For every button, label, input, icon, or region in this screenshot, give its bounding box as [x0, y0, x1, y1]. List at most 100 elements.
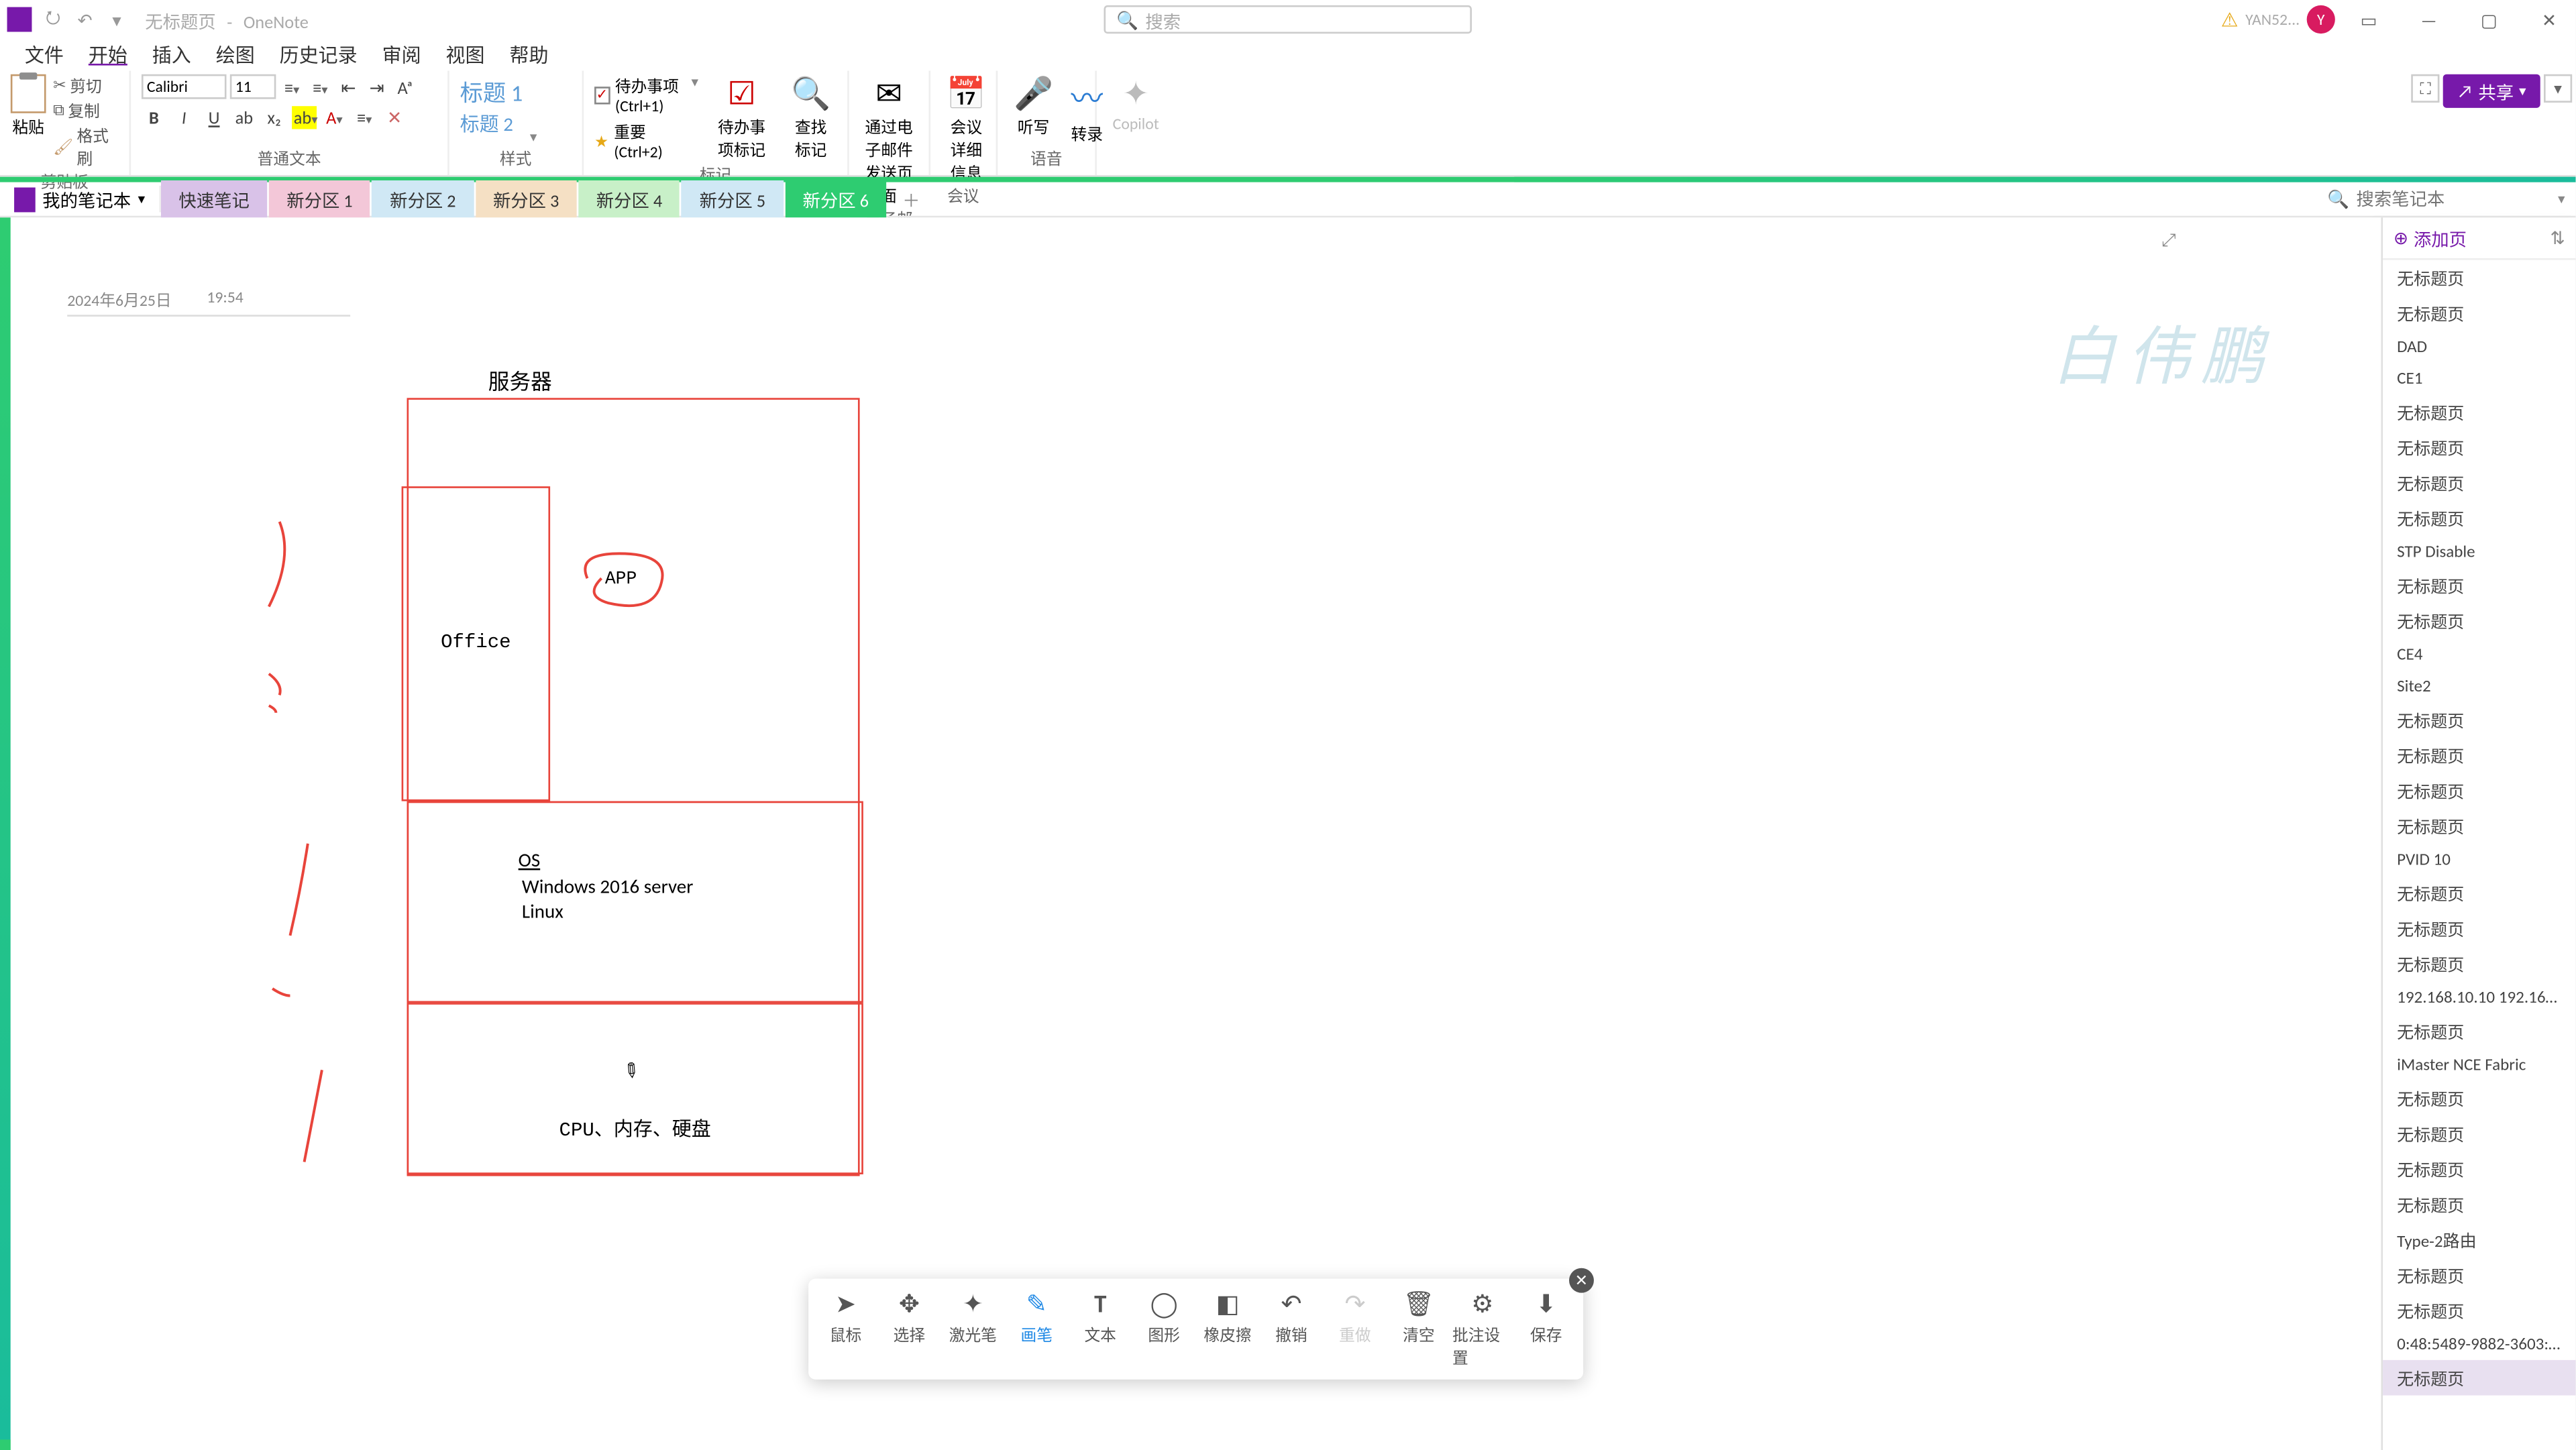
page-list-item[interactable]: Site2: [2383, 670, 2575, 702]
avatar[interactable]: Y: [2307, 5, 2335, 34]
ribbon-options-icon[interactable]: ▭: [2342, 2, 2395, 38]
tags-more-icon[interactable]: ▾: [691, 74, 698, 92]
tab-home[interactable]: 开始: [78, 37, 138, 72]
anno-undo[interactable]: ↶撤销: [1261, 1286, 1322, 1372]
sort-pages-icon[interactable]: ⇅: [2551, 227, 2565, 249]
styles-gallery[interactable]: 标题 1 标题 2: [460, 74, 523, 138]
minimize-button[interactable]: —: [2402, 2, 2455, 38]
highlight-button[interactable]: ab▾: [292, 106, 317, 129]
page-list-item[interactable]: 0:48:5489-9882-3603:32...: [2383, 1328, 2575, 1359]
page-list-item[interactable]: 192.168.10.10 192.168...: [2383, 982, 2575, 1013]
anno-text[interactable]: T文本: [1070, 1286, 1130, 1372]
find-tags-button[interactable]: 🔍查找标记: [785, 74, 837, 161]
bold-button[interactable]: B: [142, 106, 166, 129]
page-list-item[interactable]: 无标题页: [2383, 430, 2575, 465]
qat-dd-icon[interactable]: ▾: [106, 9, 127, 30]
anno-select[interactable]: ✥选择: [879, 1286, 940, 1372]
username-label[interactable]: YAN52...: [2245, 10, 2300, 30]
tab-draw[interactable]: 绘图: [205, 37, 266, 72]
italic-button[interactable]: I: [172, 106, 197, 129]
page-list-item[interactable]: 无标题页: [2383, 773, 2575, 808]
page-list-item[interactable]: DAD: [2383, 331, 2575, 362]
maximize-button[interactable]: ▢: [2463, 2, 2516, 38]
page-list-item[interactable]: 无标题页: [2383, 295, 2575, 331]
tab-review[interactable]: 审阅: [372, 37, 432, 72]
save-icon[interactable]: ⭮: [42, 9, 64, 30]
tab-history[interactable]: 历史记录: [269, 37, 368, 72]
numbering-button[interactable]: ≡▾: [308, 75, 333, 98]
page-list-item[interactable]: PVID 10: [2383, 844, 2575, 875]
important-tag[interactable]: ★重要 (Ctrl+2): [594, 120, 684, 162]
anno-mouse[interactable]: ➤鼠标: [816, 1286, 876, 1372]
page-list-item[interactable]: 无标题页: [2383, 875, 2575, 911]
dictate-button[interactable]: 🎤听写: [1008, 74, 1059, 138]
page-list-item[interactable]: iMaster NCE Fabric: [2383, 1049, 2575, 1080]
page-list-item[interactable]: CE1: [2383, 363, 2575, 394]
todo-mark-button[interactable]: ☑待办事项标记: [706, 74, 778, 161]
outdent-button[interactable]: ⇤: [336, 75, 361, 98]
font-size-select[interactable]: [230, 74, 276, 99]
anno-shape[interactable]: ◯图形: [1134, 1286, 1194, 1372]
page-list-item[interactable]: 无标题页: [2383, 465, 2575, 501]
anno-save[interactable]: ⬇保存: [1516, 1286, 1576, 1372]
todo-tag[interactable]: ✓待办事项 (Ctrl+1): [594, 74, 684, 117]
warning-icon[interactable]: ⚠: [2221, 8, 2239, 31]
anno-laser[interactable]: ✦激光笔: [943, 1286, 1004, 1372]
page-canvas[interactable]: ⤢ 2024年6月25日19:54 服务器 Office APP OS Wind…: [11, 217, 2381, 1450]
close-button[interactable]: ✕: [2522, 2, 2575, 38]
add-section-button[interactable]: ＋: [888, 180, 934, 217]
page-list-item[interactable]: 无标题页: [2383, 394, 2575, 430]
tab-view[interactable]: 视图: [435, 37, 496, 72]
page-list-item[interactable]: Type-2路由: [2383, 1222, 2575, 1258]
ribbon-collapse[interactable]: ▾: [2544, 74, 2572, 103]
page-list-item[interactable]: 无标题页: [2383, 1360, 2575, 1396]
notebook-search[interactable]: 🔍 ▾: [2327, 188, 2565, 211]
page-list-item[interactable]: 无标题页: [2383, 603, 2575, 638]
anno-eraser[interactable]: ◧橡皮擦: [1197, 1286, 1258, 1372]
share-button[interactable]: ↗共享▾: [2443, 74, 2540, 108]
anno-settings[interactable]: ⚙批注设置: [1452, 1286, 1513, 1372]
cut-button[interactable]: ✂剪切: [53, 74, 119, 97]
page-list-item[interactable]: 无标题页: [2383, 702, 2575, 738]
page-list-item[interactable]: STP Disable: [2383, 536, 2575, 567]
page-list-item[interactable]: 无标题页: [2383, 500, 2575, 536]
page-list-item[interactable]: 无标题页: [2383, 1293, 2575, 1329]
page-list-item[interactable]: 无标题页: [2383, 946, 2575, 982]
strike-button[interactable]: ab: [231, 106, 256, 129]
anno-clear[interactable]: 🗑清空: [1389, 1286, 1449, 1372]
tab-file[interactable]: 文件: [14, 37, 74, 72]
underline-button[interactable]: U: [202, 106, 227, 129]
styles-more-icon[interactable]: ▾: [530, 129, 537, 147]
meeting-button[interactable]: 📅会议详细信息: [941, 74, 991, 184]
section-tab-4[interactable]: 新分区 4: [578, 180, 680, 217]
format-painter-button[interactable]: 🖌格式刷: [53, 124, 119, 170]
section-tab-3[interactable]: 新分区 3: [476, 180, 577, 217]
section-tab-1[interactable]: 新分区 1: [269, 180, 370, 217]
anno-close-button[interactable]: ✕: [1569, 1268, 1594, 1293]
page-list-item[interactable]: 无标题页: [2383, 738, 2575, 773]
section-tab-6[interactable]: 新分区 6: [785, 180, 886, 217]
page-list-item[interactable]: 无标题页: [2383, 1116, 2575, 1152]
page-list-item[interactable]: 无标题页: [2383, 1013, 2575, 1049]
anno-pen[interactable]: ✎画笔: [1006, 1286, 1067, 1372]
section-tab-5[interactable]: 新分区 5: [682, 180, 783, 217]
tab-help[interactable]: 帮助: [499, 37, 559, 72]
subscript-button[interactable]: x₂: [262, 106, 286, 129]
font-name-select[interactable]: [142, 74, 227, 99]
bullets-button[interactable]: ≡▾: [280, 75, 305, 98]
clear-format-button[interactable]: Aᵃ: [392, 75, 417, 98]
page-list-item[interactable]: 无标题页: [2383, 1258, 2575, 1293]
page-list-item[interactable]: CE4: [2383, 638, 2575, 670]
font-color-button[interactable]: A▾: [322, 106, 347, 129]
page-list-item[interactable]: 无标题页: [2383, 567, 2575, 603]
global-search[interactable]: 🔍 搜索: [1104, 5, 1471, 34]
copilot-button[interactable]: ✦Copilot: [1108, 74, 1165, 135]
paste-button[interactable]: 粘贴: [11, 74, 46, 138]
expand-canvas-icon[interactable]: ⤢: [2161, 228, 2176, 251]
page-list-item[interactable]: 无标题页: [2383, 260, 2575, 296]
page-list-item[interactable]: 无标题页: [2383, 1080, 2575, 1116]
tab-insert[interactable]: 插入: [142, 37, 202, 72]
page-list-item[interactable]: 无标题页: [2383, 808, 2575, 844]
undo-icon[interactable]: ↶: [74, 9, 96, 30]
page-list-item[interactable]: 无标题页: [2383, 1186, 2575, 1222]
